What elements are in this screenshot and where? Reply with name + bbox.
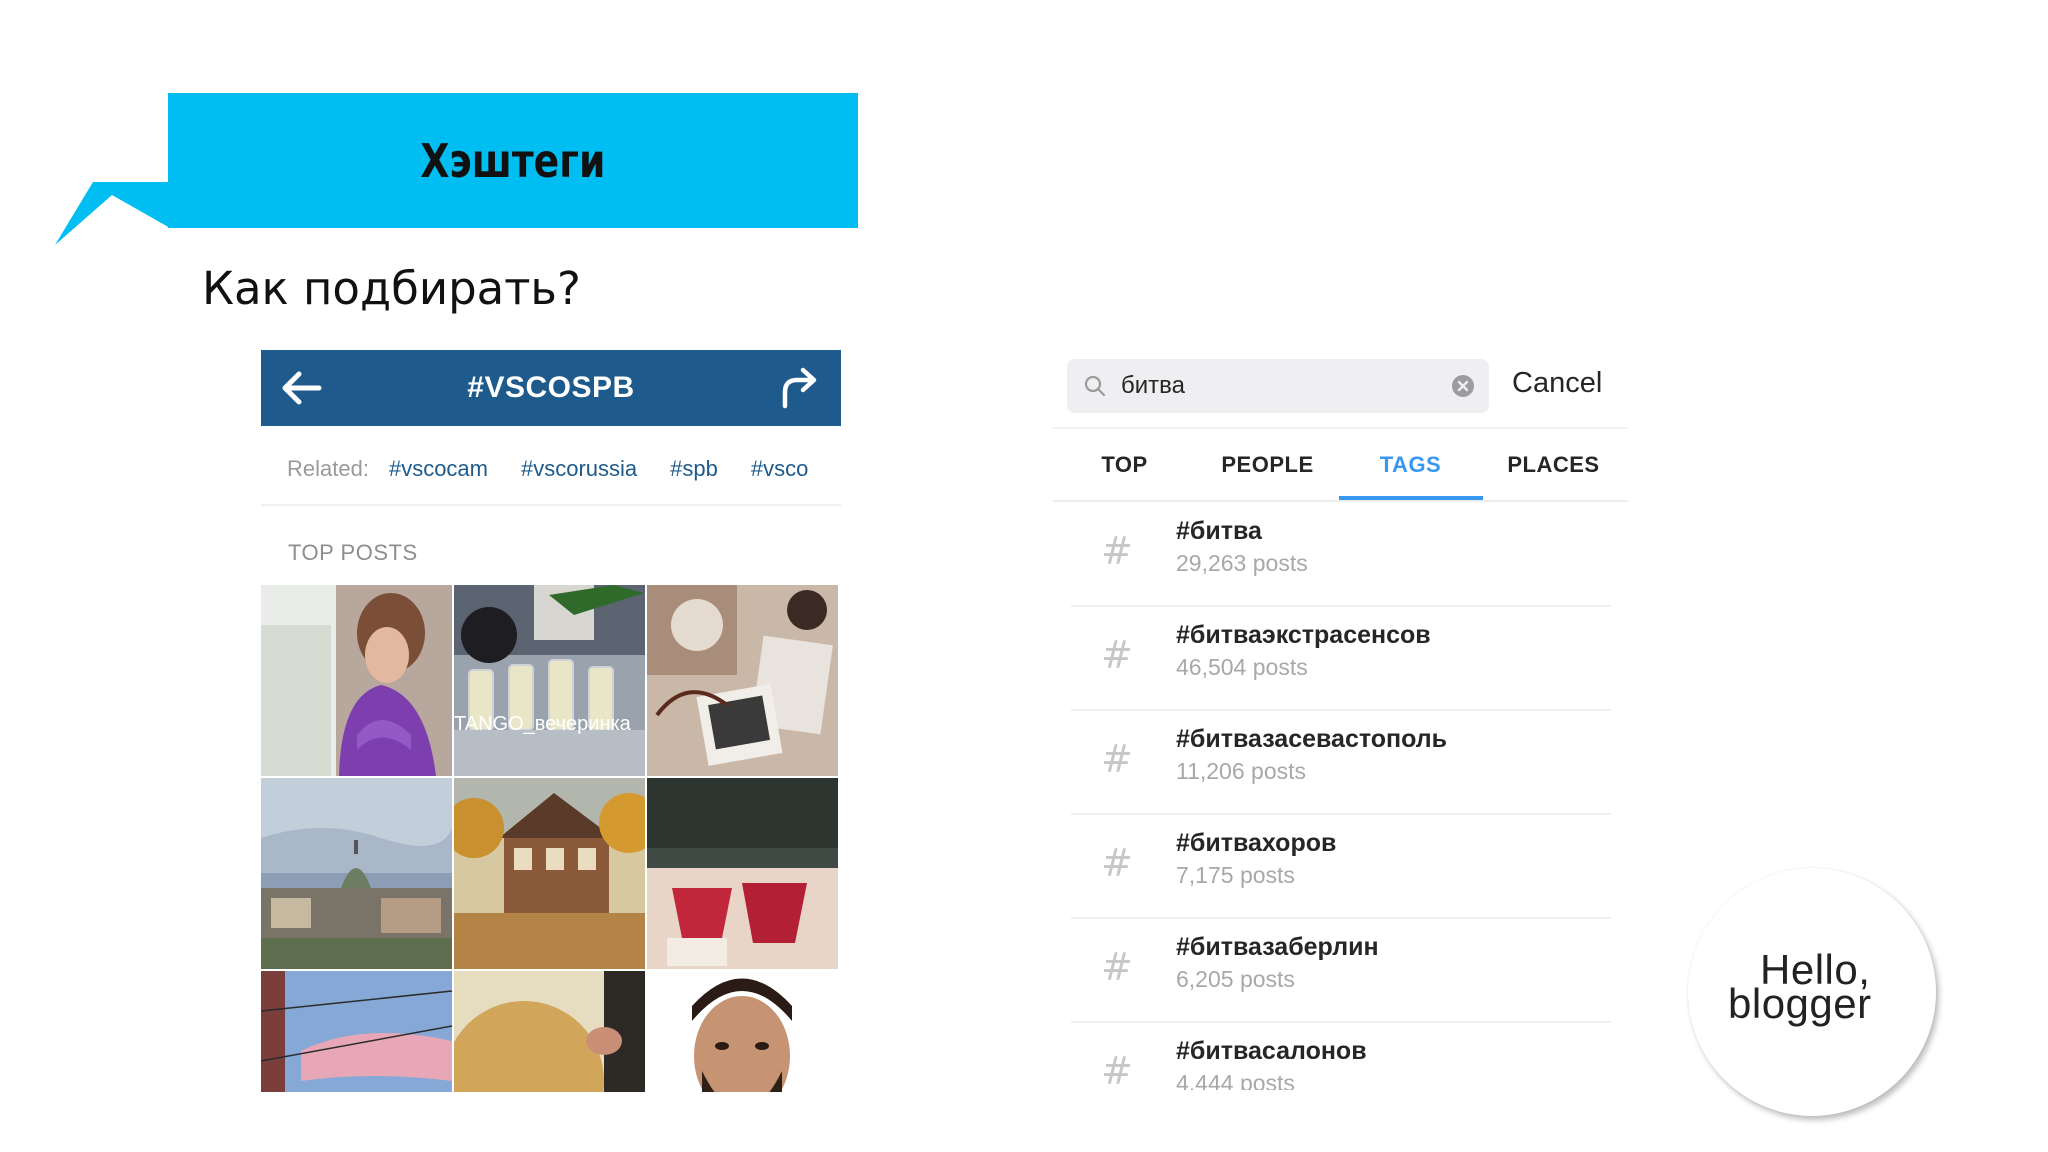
- tag-name: #битвазаберлин: [1176, 933, 1379, 961]
- tag-name: #битва: [1176, 517, 1262, 545]
- clear-circle-icon[interactable]: [1451, 374, 1475, 398]
- post-thumbnail[interactable]: [454, 971, 645, 1092]
- divider: [261, 504, 841, 506]
- hashtag-page-screenshot: #VSCOSPB Related: #vscocam #vscorussia #…: [261, 350, 841, 1092]
- related-tags-row: Related: #vscocam #vscorussia #spb #vsco: [287, 454, 841, 484]
- share-arrow-icon[interactable]: [779, 366, 819, 410]
- hashtag-icon: #: [1101, 841, 1133, 885]
- tab-tags[interactable]: TAGS: [1339, 429, 1482, 501]
- tag-name: #битвахоров: [1176, 829, 1337, 857]
- post-thumbnail[interactable]: [261, 971, 452, 1092]
- cancel-button[interactable]: Cancel: [1512, 367, 1602, 400]
- tag-post-count: 7,175 posts: [1176, 862, 1295, 888]
- top-posts-heading: TOP POSTS: [288, 540, 418, 565]
- post-thumbnail[interactable]: TANGO_вечеринка: [454, 585, 645, 776]
- tag-post-count: 6,205 posts: [1176, 966, 1295, 992]
- tag-name: #битвасалонов: [1176, 1037, 1367, 1065]
- tab-people[interactable]: PEOPLE: [1196, 429, 1339, 501]
- logo-text-line2: blogger: [1728, 980, 1872, 1027]
- hashtag-header: #VSCOSPB: [261, 350, 841, 426]
- related-tag-link[interactable]: #vsco: [751, 456, 808, 482]
- post-thumbnail[interactable]: [647, 778, 838, 969]
- tag-name: #битвазасевастополь: [1176, 725, 1448, 753]
- tag-result-row[interactable]: # #битва 29,263 posts: [1053, 503, 1628, 607]
- hello-blogger-logo: Hello, blogger: [1688, 868, 1936, 1116]
- post-thumbnail[interactable]: [261, 585, 452, 776]
- tag-post-count: 46,504 posts: [1176, 654, 1308, 680]
- post-thumbnail[interactable]: [647, 971, 838, 1092]
- photo-overlay-text: TANGO_вечеринка: [454, 713, 632, 735]
- divider: [1053, 500, 1628, 502]
- tag-result-row[interactable]: # #битвазаберлин 6,205 posts: [1053, 919, 1628, 1023]
- title-banner: Хэштеги: [168, 93, 858, 228]
- tag-result-row[interactable]: # #битваэкстрасенсов 46,504 posts: [1053, 607, 1628, 711]
- slide-title: Хэштеги: [420, 133, 606, 188]
- tag-result-row[interactable]: # #битвахоров 7,175 posts: [1053, 815, 1628, 919]
- tag-post-count: 11,206 posts: [1176, 758, 1307, 784]
- banner-tail-shape: [55, 182, 170, 245]
- post-thumbnail[interactable]: [261, 778, 452, 969]
- tag-result-row[interactable]: # #битвазасевастополь 11,206 posts: [1053, 711, 1628, 815]
- presentation-slide: Хэштеги Как подбирать? #VSCOSPB Related:…: [0, 0, 2048, 1152]
- post-thumbnail[interactable]: [647, 585, 838, 776]
- related-tag-link[interactable]: #vscocam: [389, 456, 488, 482]
- hashtag-icon: #: [1101, 633, 1133, 677]
- related-tag-link[interactable]: #spb: [670, 456, 718, 482]
- tag-post-count: 29,263 posts: [1176, 550, 1308, 576]
- related-tag-link[interactable]: #vscorussia: [521, 456, 637, 482]
- hashtag-icon: #: [1101, 529, 1133, 573]
- search-query: битва: [1121, 372, 1185, 399]
- search-tabs: TOP PEOPLE TAGS PLACES: [1053, 429, 1628, 501]
- hashtag-title: #VSCOSPB: [467, 371, 635, 404]
- related-label: Related:: [287, 456, 369, 481]
- post-thumbnail[interactable]: [454, 778, 645, 969]
- hashtag-icon: #: [1101, 1049, 1133, 1090]
- hashtag-icon: #: [1101, 737, 1133, 781]
- tag-name: #битваэкстрасенсов: [1176, 621, 1431, 649]
- search-screenshot: битва Cancel TOP PEOPLE TAGS PLACES # #б…: [1053, 355, 1628, 1090]
- search-input[interactable]: битва: [1067, 359, 1489, 413]
- slide-subtitle: Как подбирать?: [202, 262, 581, 315]
- hashtag-icon: #: [1101, 945, 1133, 989]
- tag-result-row[interactable]: # #битвасалонов 4,444 posts: [1053, 1023, 1628, 1090]
- arrow-left-icon[interactable]: [279, 368, 323, 408]
- tag-post-count: 4,444 posts: [1176, 1070, 1295, 1090]
- tab-top[interactable]: TOP: [1053, 429, 1196, 501]
- tab-places[interactable]: PLACES: [1482, 429, 1625, 501]
- magnifier-icon: [1084, 375, 1106, 397]
